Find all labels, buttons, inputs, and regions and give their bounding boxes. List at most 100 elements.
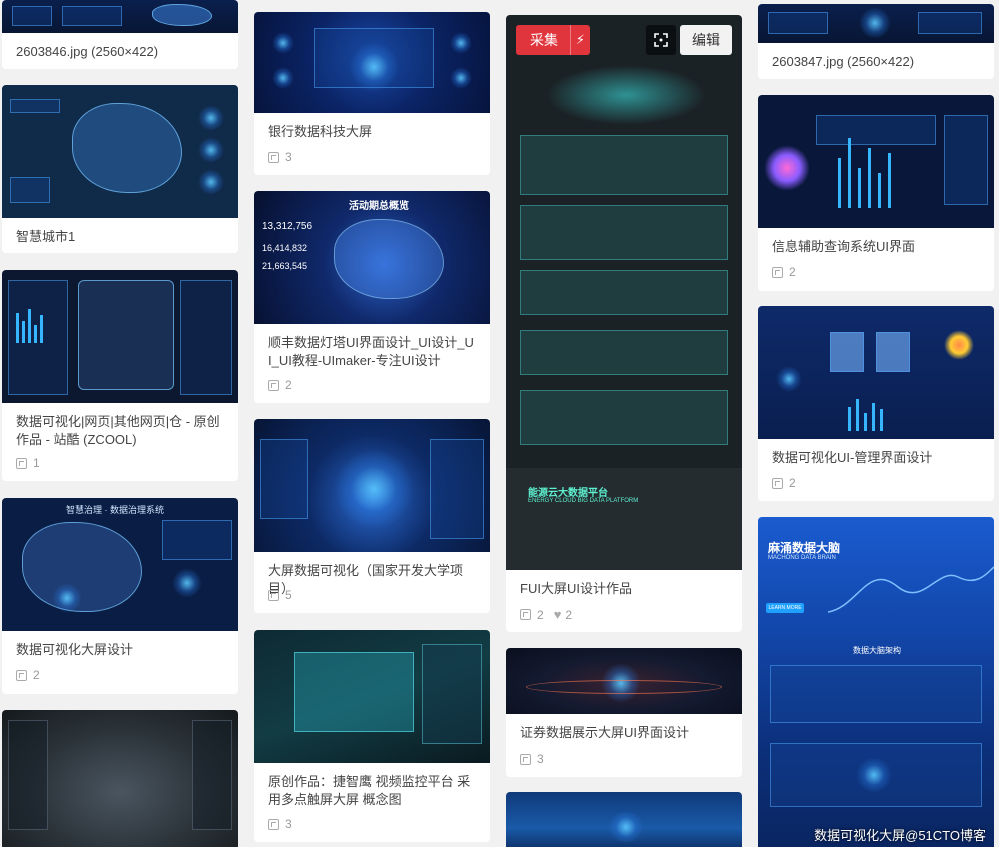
china-map-graphic <box>334 219 444 299</box>
server-graphic <box>830 332 864 372</box>
banner-section: 数据大脑架构 <box>853 646 901 655</box>
pin-thumbnail[interactable]: 智慧治理 · 数据治理系统 <box>2 498 238 631</box>
pin-card[interactable]: 活动期总概览 13,312,756 16,414,832 21,663,545 … <box>254 191 490 403</box>
pin-card[interactable]: 信息辅助查询系统UI界面 2 <box>758 95 994 291</box>
pin-thumbnail[interactable] <box>2 270 238 403</box>
gauge-graphic <box>776 366 802 392</box>
repin-icon <box>772 477 783 489</box>
pin-card[interactable]: 证券数据展示大屏UI界面设计 3 <box>506 648 742 777</box>
repin-count: 2 ♥ 2 <box>520 607 572 622</box>
panel-graphic <box>180 280 232 395</box>
pin-thumbnail[interactable] <box>758 95 994 228</box>
expand-icon[interactable] <box>646 25 676 55</box>
icon-graphic <box>450 67 472 89</box>
bar-graphic <box>34 325 37 343</box>
pin-title[interactable]: 2603847.jpg (2560×422) <box>758 43 994 71</box>
pin-thumbnail[interactable]: 活动期总概览 13,312,756 16,414,832 21,663,545 <box>254 191 490 324</box>
pin-card[interactable]: 银行数据科技大屏 3 <box>254 12 490 175</box>
learn-more-button[interactable]: LEARN MORE <box>766 603 804 613</box>
pin-thumbnail[interactable] <box>2 85 238 218</box>
pin-title[interactable]: 2603846.jpg (2560×422) <box>2 33 238 61</box>
pin-card[interactable]: 2603847.jpg (2560×422) <box>758 4 994 79</box>
repin-count-value: 3 <box>537 752 544 766</box>
collect-button-label: 采集 <box>530 32 558 48</box>
pin-title[interactable]: 证券数据展示大屏UI界面设计 <box>506 714 742 742</box>
icon-graphic <box>450 32 472 54</box>
pin-card[interactable] <box>2 710 238 847</box>
platform-banner: 能源云大数据平台 ENERGY CLOUD BIG DATA PLATFORM <box>506 468 742 570</box>
pin-thumbnail[interactable] <box>254 419 490 552</box>
panel-graphic <box>430 439 484 539</box>
ring-graphic <box>526 680 722 694</box>
repin-count-value: 2 <box>285 378 292 392</box>
repin-icon <box>268 589 279 601</box>
glow-graphic <box>858 8 892 38</box>
pin-thumbnail[interactable] <box>506 648 742 714</box>
pin-card[interactable]: 麻涌数据大脑 MACHONG DATA BRAIN LEARN MORE 数据大… <box>758 517 994 847</box>
pin-title[interactable]: FUI大屏UI设计作品 <box>506 570 742 598</box>
pin-title[interactable]: 顺丰数据灯塔UI界面设计_UI设计_UI_UI教程-UImaker-专注UI设计 <box>254 324 490 370</box>
panel-graphic <box>768 12 828 34</box>
panel-graphic <box>520 205 728 260</box>
pin-card[interactable]: 数据可视化|网页|其他网页|仓 - 原创作品 - 站酷 (ZCOOL) 1 <box>2 270 238 481</box>
lightning-icon[interactable]: ⚡ <box>570 25 590 55</box>
pin-thumbnail[interactable] <box>758 4 994 43</box>
panel-graphic <box>422 644 482 744</box>
panel-graphic <box>10 177 50 203</box>
city-map-graphic <box>78 280 174 390</box>
panel-graphic <box>10 99 60 113</box>
platform-subtitle: ENERGY CLOUD BIG DATA PLATFORM <box>528 498 639 504</box>
banner-subtitle: MACHONG DATA BRAIN <box>768 555 836 561</box>
pin-title[interactable]: 原创作品：捷智鹰 视频监控平台 采用多点触屏大屏 概念图 <box>254 763 490 809</box>
repin-icon <box>520 609 531 620</box>
building-graphic <box>294 652 414 732</box>
pin-thumbnail[interactable] <box>254 630 490 763</box>
pin-card[interactable]: 2603846.jpg (2560×422) <box>2 0 238 69</box>
pin-card[interactable]: 智慧城市1 <box>2 85 238 253</box>
bar-graphic <box>848 138 851 208</box>
globe-graphic <box>334 449 414 529</box>
pin-card[interactable] <box>506 792 742 847</box>
pin-thumbnail[interactable] <box>2 0 238 33</box>
panel-graphic <box>918 12 982 34</box>
china-map-graphic <box>72 103 182 193</box>
pin-thumbnail[interactable]: 麻涌数据大脑 MACHONG DATA BRAIN LEARN MORE 数据大… <box>758 517 994 847</box>
panel-graphic <box>8 720 48 830</box>
pin-thumbnail[interactable] <box>2 710 238 847</box>
pin-card[interactable]: 数据可视化UI-管理界面设计 2 <box>758 306 994 501</box>
bar-graphic <box>868 148 871 208</box>
pin-title[interactable]: 数据可视化|网页|其他网页|仓 - 原创作品 - 站酷 (ZCOOL) <box>2 403 238 449</box>
pin-thumbnail[interactable] <box>758 306 994 439</box>
pin-title[interactable]: 数据可视化UI-管理界面设计 <box>758 439 994 467</box>
repin-count: 2 <box>268 378 292 392</box>
icon-graphic <box>272 67 294 89</box>
server-graphic <box>876 332 910 372</box>
pin-title[interactable]: 数据可视化大屏设计 <box>2 631 238 659</box>
pin-card[interactable]: 智慧治理 · 数据治理系统 数据可视化大屏设计 2 <box>2 498 238 694</box>
bar-graphic <box>872 403 875 431</box>
pin-title[interactable]: 智慧城市1 <box>2 218 238 246</box>
pin-thumbnail[interactable] <box>254 12 490 113</box>
pin-card[interactable]: 能源云大数据平台 ENERGY CLOUD BIG DATA PLATFORM … <box>506 15 742 632</box>
panel-graphic <box>770 665 982 723</box>
pin-card[interactable]: 大屏数据可视化（国家开发大学项目） 5 <box>254 419 490 613</box>
edit-button[interactable]: 编辑 <box>680 25 732 55</box>
thumb-heading: 智慧治理 · 数据治理系统 <box>66 505 164 515</box>
repin-icon <box>268 379 279 391</box>
like-count-value: 2 <box>565 607 573 622</box>
pin-title[interactable]: 银行数据科技大屏 <box>254 113 490 141</box>
repin-count: 3 <box>268 817 292 831</box>
bar-graphic <box>856 399 859 431</box>
collect-button[interactable]: 采集 ⚡ <box>516 25 590 55</box>
panel-graphic <box>520 330 728 375</box>
pin-thumbnail[interactable]: 能源云大数据平台 ENERGY CLOUD BIG DATA PLATFORM … <box>506 15 742 570</box>
pin-card[interactable]: 原创作品：捷智鹰 视频监控平台 采用多点触屏大屏 概念图 3 <box>254 630 490 842</box>
panel-graphic <box>260 439 308 519</box>
thumb-number: 16,414,832 <box>262 243 308 253</box>
repin-count: 2 <box>772 476 796 490</box>
bar-graphic <box>880 409 883 431</box>
thumb-number: 13,312,756 <box>262 221 313 232</box>
pin-thumbnail[interactable] <box>506 792 742 847</box>
map-graphic <box>546 65 706 125</box>
pin-title[interactable]: 信息辅助查询系统UI界面 <box>758 228 994 256</box>
